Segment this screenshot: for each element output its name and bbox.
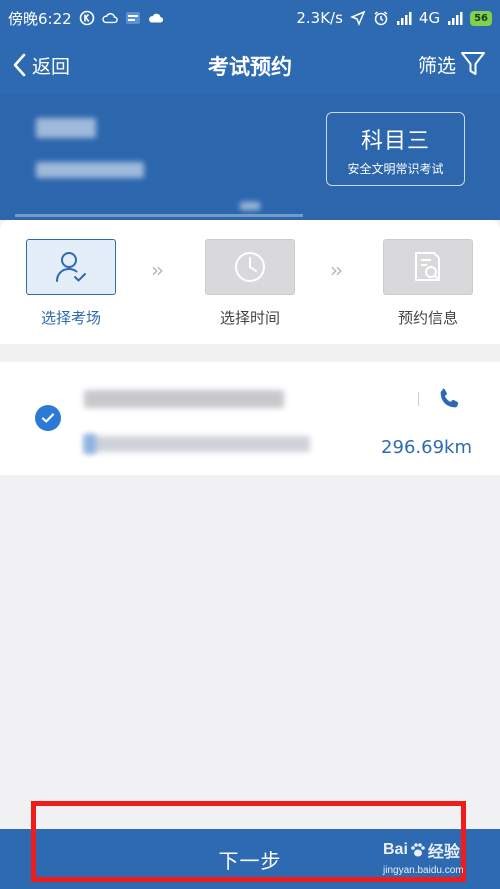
step-label: 选择考场	[40, 309, 101, 327]
venue-distance: 296.69km	[381, 437, 472, 458]
location-arrow-icon	[349, 10, 366, 26]
location-pin-blurred	[84, 434, 96, 454]
back-button[interactable]: 返回	[12, 50, 70, 80]
baidu-watermark: Bai 经验 jingyan.baidu.com	[383, 838, 495, 884]
divider	[418, 392, 419, 406]
cloud-sync-icon	[101, 13, 118, 24]
step-label: 预约信息	[397, 309, 458, 327]
network-type: 4G	[418, 9, 441, 27]
watermark-url: jingyan.baidu.com	[383, 865, 464, 876]
person-check-icon	[56, 252, 86, 282]
header-divider	[15, 214, 303, 217]
signal-icon	[448, 12, 463, 25]
checkmark-icon[interactable]	[35, 405, 61, 431]
double-chevron-right-icon: ››	[151, 258, 164, 282]
alarm-icon	[374, 11, 388, 26]
watermark-main: Bai	[383, 841, 408, 858]
venue-address-blurred	[84, 436, 310, 452]
user-name-blurred	[36, 118, 96, 138]
steps-progress: 选择考场 ›› 选择时间 ›› 预约信息	[0, 220, 500, 344]
watermark-suffix: 经验	[427, 844, 460, 861]
subject-badge: 科目三 安全文明常识考试	[326, 112, 465, 186]
small-blurred-mark	[240, 202, 260, 210]
user-id-blurred	[36, 162, 144, 178]
document-search-icon	[415, 252, 440, 281]
cloud-icon	[148, 13, 163, 23]
step-label: 选择时间	[219, 309, 280, 327]
step-select-time[interactable]: 选择时间	[204, 239, 296, 328]
filter-label: 筛选	[417, 54, 456, 77]
battery-level: 56	[470, 10, 492, 26]
step-select-venue[interactable]: 选择考场	[25, 239, 117, 328]
nav-bar: 返回 考试预约 筛选	[0, 36, 500, 94]
status-time: 傍晚6:22	[8, 9, 72, 28]
phone-icon[interactable]	[436, 386, 462, 412]
clock-icon	[235, 252, 265, 282]
double-chevron-right-icon: ››	[330, 258, 343, 282]
filter-icon	[461, 52, 485, 75]
venue-list-item[interactable]: 296.69km	[0, 362, 500, 475]
venue-name-blurred	[84, 390, 284, 408]
step-booking-info[interactable]: 预约信息	[382, 239, 474, 328]
app-notification-icon	[125, 12, 140, 24]
paw-icon	[411, 843, 425, 857]
chevron-left-icon	[13, 53, 26, 77]
subject-description: 安全文明常识考试	[347, 162, 444, 176]
user-info-header: 科目三 安全文明常识考试	[0, 94, 500, 220]
subject-name: 科目三	[360, 129, 430, 154]
signal-icon	[396, 12, 412, 25]
k-circle-icon	[79, 10, 94, 26]
status-bar: 傍晚6:22 2.3K/s 4G 56	[0, 0, 500, 36]
net-speed: 2.3K/s	[296, 9, 343, 27]
back-label: 返回	[32, 55, 71, 78]
filter-button[interactable]: 筛选	[418, 48, 486, 80]
